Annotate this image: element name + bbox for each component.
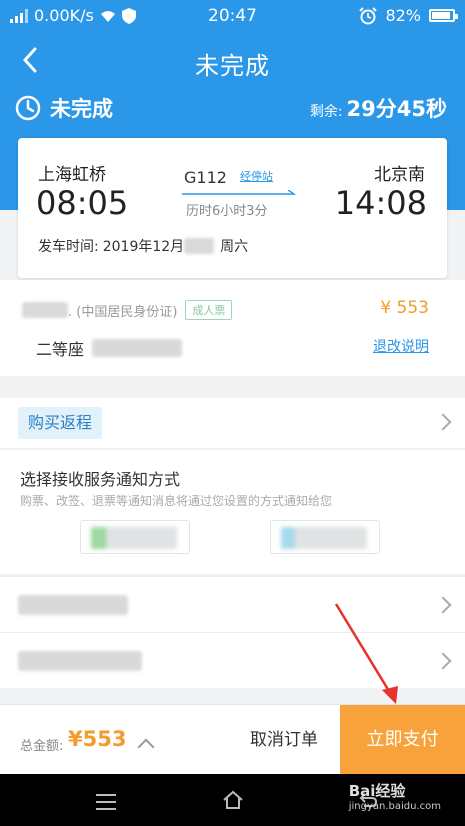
- route-arrow-icon: [182, 190, 297, 195]
- ticket-price: ¥ 553: [380, 298, 429, 318]
- alarm-icon: [359, 6, 378, 24]
- stopover-stations-link[interactable]: 经停站: [240, 168, 273, 184]
- buy-return-trip-button[interactable]: 购买返程: [18, 407, 103, 439]
- notification-description: 购票、改签、退票等通知消息将通过您设置的方式通知给您: [20, 494, 333, 508]
- arrival-station: 北京南: [374, 165, 425, 185]
- departure-date-label: 发车时间:: [38, 239, 99, 255]
- redacted-seat-number: [92, 339, 183, 357]
- train-number: G112: [184, 168, 227, 187]
- chevron-right-icon: [434, 652, 452, 670]
- battery-icon: [429, 9, 458, 22]
- watermark-brand: Bai经验: [348, 782, 406, 800]
- notification-option-wechat[interactable]: [80, 520, 190, 554]
- total-amount: ¥553: [68, 727, 127, 751]
- nav-bar: 未完成: [0, 36, 465, 86]
- arrival-time: 14:08: [334, 184, 427, 222]
- cancel-order-button[interactable]: 取消订单: [228, 705, 340, 775]
- redacted-passenger-name: [22, 302, 68, 318]
- order-status-label: 未完成: [50, 97, 113, 121]
- remaining-label: 剩余:: [309, 104, 343, 120]
- chevron-right-icon: [434, 596, 452, 614]
- menu-icon[interactable]: [96, 794, 116, 815]
- chevron-right-icon: [434, 413, 452, 431]
- home-icon[interactable]: [222, 790, 244, 810]
- bottom-action-bar: 总金额: ¥553 取消订单 立即支付: [0, 704, 465, 775]
- notification-option-alipay[interactable]: [270, 520, 380, 554]
- ticket-type-badge: 成人票: [185, 300, 233, 320]
- return-trip-row[interactable]: 购买返程: [0, 398, 465, 448]
- seat-class: 二等座: [36, 340, 85, 359]
- battery-percent: 82%: [385, 6, 421, 25]
- departure-date: 2019年12月: [102, 239, 185, 255]
- baidu-watermark: Bai经验 jingyan.baidu.com: [349, 780, 441, 812]
- total-label: 总金额:: [20, 739, 64, 754]
- redacted-list-text: [18, 651, 142, 671]
- seat-row: 二等座: [36, 336, 183, 360]
- remaining-time: 剩余: 29分45秒: [310, 93, 447, 123]
- expand-price-detail-icon[interactable]: [137, 738, 155, 756]
- status-bar: 0.00K/s 20:47 82%: [0, 0, 465, 34]
- list-item[interactable]: [0, 576, 465, 632]
- departure-weekday: 周六: [220, 239, 249, 255]
- passenger-section: . (中国居民身份证) 成人票 ¥ 553 二等座 退改说明: [0, 280, 465, 376]
- notification-method-section: 选择接收服务通知方式 购票、改签、退票等通知消息将通过您设置的方式通知给您: [0, 450, 465, 574]
- refund-rules-link[interactable]: 退改说明: [373, 336, 429, 356]
- list-item[interactable]: [0, 632, 465, 688]
- ticket-card: 上海虹桥 08:05 G112 经停站 历时6小时3分 北京南 14:08 发车…: [18, 138, 447, 278]
- notification-title: 选择接收服务通知方式: [20, 470, 181, 489]
- watermark-url: jingyan.baidu.com: [348, 801, 441, 812]
- order-status-row: 未完成 剩余: 29分45秒: [0, 90, 465, 126]
- redacted-list-text: [18, 595, 128, 615]
- page-title: 未完成: [195, 52, 270, 80]
- passenger-name-row: . (中国居民身份证) 成人票: [22, 300, 233, 320]
- departure-time: 08:05: [36, 184, 129, 222]
- remaining-time-value: 29分45秒: [346, 97, 447, 121]
- departure-station: 上海虹桥: [38, 165, 106, 185]
- passenger-id-type: . (中国居民身份证): [68, 304, 178, 320]
- redacted-day: [184, 238, 215, 254]
- departure-date-row: 发车时间: 2019年12月 周六: [38, 236, 248, 256]
- trip-duration: 历时6小时3分: [186, 204, 268, 219]
- pay-now-button[interactable]: 立即支付: [340, 705, 465, 775]
- clock-icon: [15, 95, 41, 121]
